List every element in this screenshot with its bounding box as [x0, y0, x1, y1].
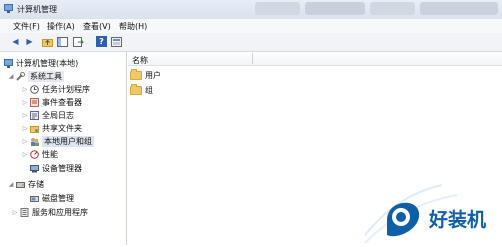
column-header-label: 名称 — [132, 56, 148, 65]
users-icon — [30, 137, 39, 146]
tree-item-label: 性能 — [42, 149, 58, 159]
folder-icon — [130, 68, 142, 80]
storage-icon — [16, 180, 25, 189]
expand-arrow-icon[interactable]: ▷ — [22, 125, 28, 132]
shared-folder-icon — [30, 124, 39, 133]
list-item[interactable]: 组 — [130, 83, 153, 96]
tree-item-local-users[interactable]: ▷ 本地用户和组 — [22, 135, 94, 147]
tree-item-event-viewer[interactable]: ▷ 事件查看器 — [22, 96, 82, 108]
tree-item-label: 共享文件夹 — [42, 123, 82, 133]
tree-item-task-scheduler[interactable]: ▷ 任务计划程序 — [22, 83, 90, 95]
show-hide-tree-icon[interactable] — [57, 36, 68, 47]
list-item-label: 组 — [145, 85, 153, 95]
up-folder-icon[interactable] — [42, 36, 53, 47]
tree-item-performance[interactable]: ▷ 性能 — [22, 148, 58, 160]
menu-bar: 文件(F) 操作(A) 查看(V) 帮助(H) — [0, 19, 502, 33]
column-header-name[interactable]: 名称 — [128, 52, 502, 66]
blurred-region — [420, 2, 498, 15]
expand-arrow-icon[interactable]: ▷ — [22, 151, 28, 158]
tree-item-label: 服务和应用程序 — [32, 207, 88, 217]
tree-item-label: 事件查看器 — [42, 97, 82, 107]
log-icon — [30, 110, 39, 120]
tree-item-label: 设备管理器 — [42, 163, 82, 173]
collapse-arrow-icon[interactable]: ◢ — [8, 181, 14, 188]
expand-arrow-icon[interactable]: ▷ — [22, 99, 28, 106]
tree-item-storage[interactable]: ◢ 存储 — [8, 178, 44, 190]
performance-icon — [30, 149, 39, 159]
toolbar: ◀ ▶ ? — [0, 33, 502, 52]
tree-item-label: 计算机管理(本地) — [16, 58, 79, 68]
menu-action[interactable]: 操作(A) — [47, 21, 75, 32]
blurred-region — [305, 2, 365, 15]
menu-file[interactable]: 文件(F) — [13, 21, 40, 32]
export-list-icon[interactable] — [73, 36, 84, 47]
clock-icon — [30, 84, 39, 94]
expand-arrow-icon[interactable]: ▷ — [22, 86, 28, 93]
watermark-text: 好装机 — [429, 209, 487, 231]
blurred-region — [370, 2, 415, 15]
tree-item-label: 磁盘管理 — [42, 193, 74, 203]
window-title: 计算机管理 — [17, 5, 57, 14]
services-icon — [20, 207, 29, 217]
computer-management-icon — [4, 58, 13, 68]
navigation-tree: 计算机管理(本地) ◢ 系统工具 ▷ 任务计划程序 ▷ 事件查看器 ▷ 全局日志… — [0, 52, 127, 245]
tree-item-label: 本地用户和组 — [42, 135, 94, 147]
tree-item-device-manager[interactable]: 设备管理器 — [30, 162, 82, 174]
column-divider[interactable] — [252, 53, 253, 64]
computer-management-icon — [4, 4, 13, 13]
expand-arrow-icon[interactable]: ▷ — [22, 138, 28, 145]
menu-view[interactable]: 查看(V) — [83, 21, 111, 32]
tree-item-services[interactable]: ▷ 服务和应用程序 — [12, 206, 88, 218]
forward-icon[interactable]: ▶ — [24, 36, 35, 47]
menu-help[interactable]: 帮助(H) — [119, 21, 147, 32]
device-manager-icon — [30, 164, 39, 173]
collapse-arrow-icon[interactable]: ◢ — [8, 73, 14, 80]
tree-item-label: 任务计划程序 — [42, 84, 90, 94]
back-icon[interactable]: ◀ — [10, 36, 21, 47]
title-bar: 计算机管理 — [0, 0, 502, 20]
tree-item-label: 全局日志 — [42, 110, 74, 120]
list-item-label: 用户 — [145, 70, 161, 80]
tree-item-disk-management[interactable]: 磁盘管理 — [30, 192, 74, 204]
tree-item-shared-folders[interactable]: ▷ 共享文件夹 — [22, 122, 82, 134]
tree-item-system-tools[interactable]: ◢ 系统工具 — [8, 70, 64, 82]
tree-item-root[interactable]: 计算机管理(本地) — [4, 57, 78, 69]
list-item[interactable]: 用户 — [130, 68, 161, 81]
watermark: 好装机 — [357, 165, 502, 245]
event-viewer-icon — [30, 97, 39, 107]
folder-icon — [130, 83, 142, 95]
tools-icon — [16, 71, 25, 81]
tree-item-label: 系统工具 — [28, 70, 64, 82]
tree-item-global-logs[interactable]: ▷ 全局日志 — [22, 109, 74, 121]
properties-icon[interactable] — [111, 36, 122, 47]
help-icon[interactable]: ? — [96, 36, 107, 47]
tree-item-label: 存储 — [28, 179, 44, 189]
expand-arrow-icon[interactable]: ▷ — [22, 112, 28, 119]
disk-icon — [30, 194, 39, 203]
expand-arrow-icon[interactable]: ▷ — [12, 209, 18, 216]
blurred-region — [255, 2, 300, 15]
